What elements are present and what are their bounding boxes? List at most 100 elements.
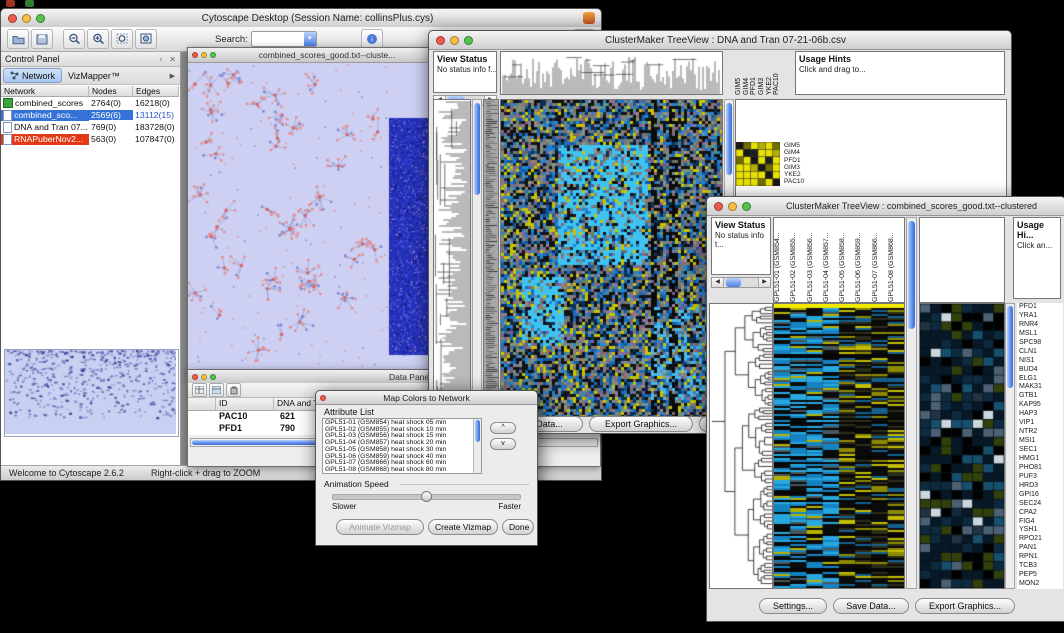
gene-label[interactable]: PAN1: [1017, 544, 1063, 553]
zoom-button[interactable]: [210, 374, 216, 380]
gene-label[interactable]: PFD1: [1017, 303, 1063, 312]
gene-label[interactable]: MSI1: [1017, 437, 1063, 446]
close-button[interactable]: [8, 14, 17, 23]
scrollbar-thumb[interactable]: [474, 103, 480, 195]
slider-thumb[interactable]: [421, 491, 432, 502]
done-button[interactable]: Done: [502, 519, 534, 535]
close-button[interactable]: [714, 202, 723, 211]
close-panel-icon[interactable]: ✕: [165, 55, 180, 64]
column-header[interactable]: ID: [216, 398, 274, 411]
network-row-selected[interactable]: combined_sco... 2569(6) 13112(15): [1, 109, 180, 121]
gene-label[interactable]: MAK31: [1017, 383, 1063, 392]
gene-label[interactable]: NTR2: [1017, 428, 1063, 437]
tab-network[interactable]: Network: [3, 68, 62, 83]
export-graphics-button[interactable]: Export Graphics...: [589, 416, 693, 432]
zoom-fit-icon[interactable]: [135, 29, 157, 49]
minimize-button[interactable]: [22, 14, 31, 23]
search-input[interactable]: ▾: [251, 31, 317, 47]
gene-label[interactable]: SPC98: [1017, 339, 1063, 348]
minimize-button[interactable]: [201, 52, 207, 58]
open-folder-icon[interactable]: [7, 29, 29, 49]
gene-label[interactable]: SEC1: [1017, 446, 1063, 455]
gene-label[interactable]: HRD3: [1017, 482, 1063, 491]
row-dendrogram[interactable]: [434, 100, 470, 416]
gene-label[interactable]: HAP3: [1017, 410, 1063, 419]
zoom-selected-icon[interactable]: [111, 29, 133, 49]
save-icon[interactable]: [31, 29, 53, 49]
zoom-hscrollbar[interactable]: ◀ ▶: [711, 277, 771, 288]
zoom-in-icon[interactable]: [87, 29, 109, 49]
network-view-titlebar[interactable]: combined_scores_good.txt--cluste...: [188, 48, 434, 63]
gene-label[interactable]: KAP95: [1017, 401, 1063, 410]
row-dendrogram[interactable]: [710, 304, 772, 588]
treeview-combined-titlebar[interactable]: ClusterMaker TreeView : combined_scores_…: [707, 197, 1064, 216]
gene-label[interactable]: RPO21: [1017, 535, 1063, 544]
close-button[interactable]: [320, 395, 326, 401]
save-data-button[interactable]: Save Data...: [833, 598, 909, 614]
float-panel-icon[interactable]: ▫: [156, 55, 165, 64]
gene-label[interactable]: ELG1: [1017, 375, 1063, 384]
scrollbar-thumb[interactable]: [726, 103, 732, 175]
minimize-button[interactable]: [728, 202, 737, 211]
attribute-item[interactable]: GPL51-08 (GSM868) heat shock 80 min: [323, 467, 473, 474]
heatmap-canvas[interactable]: [501, 100, 722, 416]
scroll-left-icon[interactable]: ◀: [712, 278, 724, 287]
gene-label[interactable]: RPN1: [1017, 553, 1063, 562]
attribute-delete-icon[interactable]: [226, 383, 241, 397]
network-canvas[interactable]: [188, 63, 432, 378]
scrollbar-thumb[interactable]: [726, 278, 741, 287]
zoom-heatmap[interactable]: [920, 304, 1004, 588]
attribute-select-icon[interactable]: [192, 383, 207, 397]
gene-label[interactable]: PEP5: [1017, 571, 1063, 580]
network-overview[interactable]: [4, 349, 179, 437]
network-row-alert[interactable]: RNAPuberNov2... 563(0) 107847(0): [1, 133, 180, 145]
gene-label[interactable]: FIG4: [1017, 518, 1063, 527]
animate-vizmap-button[interactable]: Animate Vizmap: [336, 519, 424, 535]
settings-button[interactable]: Settings...: [759, 598, 827, 614]
main-vscrollbar[interactable]: [906, 217, 917, 589]
gene-label[interactable]: PUF3: [1017, 473, 1063, 482]
list-vscrollbar[interactable]: [473, 419, 481, 473]
gene-label[interactable]: YRA1: [1017, 312, 1063, 321]
network-row[interactable]: combined_scores 2764(0) 16218(0): [1, 97, 180, 109]
speed-slider[interactable]: [332, 494, 521, 500]
gene-label[interactable]: GPI16: [1017, 491, 1063, 500]
move-up-button[interactable]: ^: [490, 422, 516, 434]
zoom-out-icon[interactable]: [63, 29, 85, 49]
scrollbar-thumb[interactable]: [1007, 306, 1013, 388]
gene-label[interactable]: MON2: [1017, 580, 1063, 589]
scroll-right-icon[interactable]: ▶: [758, 278, 770, 287]
zoom-button[interactable]: [742, 202, 751, 211]
gene-label[interactable]: CPA2: [1017, 509, 1063, 518]
close-button[interactable]: [192, 374, 198, 380]
gene-label[interactable]: HMG1: [1017, 455, 1063, 464]
zoom-button[interactable]: [36, 14, 45, 23]
close-button[interactable]: [192, 52, 198, 58]
gene-label[interactable]: YSH1: [1017, 526, 1063, 535]
network-row[interactable]: DNA and Tran 07... 769(0) 183728(0): [1, 121, 180, 133]
gene-label[interactable]: NIS1: [1017, 357, 1063, 366]
global-heatmap[interactable]: [774, 304, 904, 588]
move-down-button[interactable]: v: [490, 438, 516, 450]
gene-label[interactable]: MSL1: [1017, 330, 1063, 339]
dendrogram-vscrollbar[interactable]: [472, 99, 482, 417]
correlation-matrix[interactable]: [736, 142, 780, 186]
dialog-titlebar[interactable]: Map Colors to Network: [316, 391, 537, 405]
gene-label[interactable]: CLN1: [1017, 348, 1063, 357]
attribute-create-icon[interactable]: [209, 383, 224, 397]
desktop-icon[interactable]: [6, 0, 15, 7]
treeview-dna-titlebar[interactable]: ClusterMaker TreeView : DNA and Tran 07-…: [429, 31, 1011, 50]
gene-label[interactable]: PHO81: [1017, 464, 1063, 473]
close-button[interactable]: [436, 36, 445, 45]
create-vizmap-button[interactable]: Create Vizmap: [428, 519, 498, 535]
combo-arrow-icon[interactable]: ▾: [304, 32, 316, 46]
gene-label[interactable]: RNR4: [1017, 321, 1063, 330]
gene-label[interactable]: VIP1: [1017, 419, 1063, 428]
scrollbar-thumb[interactable]: [475, 420, 480, 442]
column-dendrogram[interactable]: [501, 52, 722, 94]
export-graphics-button[interactable]: Export Graphics...: [915, 598, 1015, 614]
minimize-button[interactable]: [201, 374, 207, 380]
desktop-icon[interactable]: [25, 0, 34, 7]
attribute-list[interactable]: GPL51-01 (GSM854) heat shock 05 minGPL51…: [322, 418, 482, 474]
zoom-vscrollbar[interactable]: [1005, 303, 1015, 589]
